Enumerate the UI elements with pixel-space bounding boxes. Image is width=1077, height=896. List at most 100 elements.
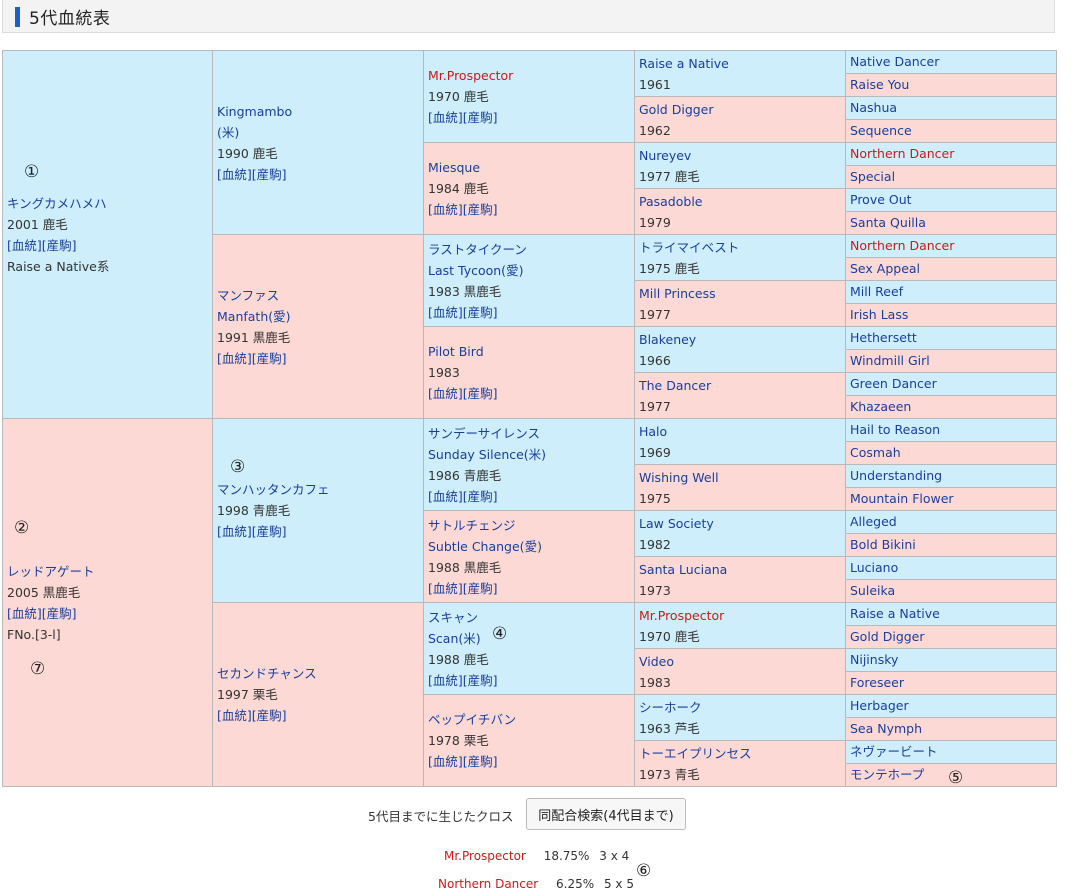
pedigree-link[interactable]: [血統] — [428, 110, 463, 125]
gen4-name[interactable]: トライマイベスト — [639, 237, 841, 258]
gen4-name[interactable]: Video — [639, 651, 841, 672]
gen5-name[interactable]: Irish Lass — [850, 307, 908, 322]
gen3-name[interactable]: Mr.Prospector — [428, 65, 630, 86]
cross-horse-name[interactable]: Mr.Prospector — [444, 849, 526, 863]
gen4-name[interactable]: トーエイプリンセス — [639, 743, 841, 764]
produce-link[interactable]: [産駒] — [252, 524, 287, 539]
pedigree-link[interactable]: [血統] — [428, 489, 463, 504]
gen4-name[interactable]: Nureyev — [639, 145, 841, 166]
gen5-name[interactable]: Sea Nymph — [850, 721, 922, 736]
gen4-name[interactable]: Blakeney — [639, 329, 841, 350]
produce-link[interactable]: [産駒] — [463, 673, 498, 688]
gen4-name[interactable]: Halo — [639, 421, 841, 442]
gen3-name[interactable]: スキャン — [428, 607, 630, 628]
gen5-name[interactable]: Understanding — [850, 468, 942, 483]
produce-link[interactable]: [産駒] — [463, 754, 498, 769]
gen3-name-en[interactable]: Scan(米) — [428, 628, 630, 649]
gen3-name[interactable]: Miesque — [428, 157, 630, 178]
pedigree-link[interactable]: [血統] — [428, 754, 463, 769]
gen5-name[interactable]: Luciano — [850, 560, 898, 575]
gen5-name[interactable]: Santa Quilla — [850, 215, 926, 230]
gen3-name-en[interactable]: Subtle Change(愛) — [428, 536, 630, 557]
gen4-cell: Law Society 1982 — [634, 510, 846, 557]
gen5-name[interactable]: Mill Reef — [850, 284, 903, 299]
gen5-name[interactable]: Foreseer — [850, 675, 904, 690]
produce-link[interactable]: [産駒] — [463, 386, 498, 401]
gen5-name[interactable]: Nashua — [850, 100, 897, 115]
gen5-name[interactable]: モンテホープ — [850, 767, 924, 782]
gen4-name[interactable]: シーホーク — [639, 697, 841, 718]
produce-link[interactable]: [産駒] — [463, 489, 498, 504]
pedigree-link[interactable]: [血統] — [428, 673, 463, 688]
pedigree-link[interactable]: [血統] — [217, 524, 252, 539]
pedigree-link[interactable]: [血統] — [428, 386, 463, 401]
gen5-name[interactable]: Bold Bikini — [850, 537, 916, 552]
gen4-name[interactable]: Santa Luciana — [639, 559, 841, 580]
gen5-name[interactable]: Hail to Reason — [850, 422, 940, 437]
gen5-name[interactable]: Special — [850, 169, 895, 184]
produce-link[interactable]: [産駒] — [252, 708, 287, 723]
pedigree-link[interactable]: [血統] — [217, 351, 252, 366]
gen1-sire-name[interactable]: キングカメハメハ — [7, 193, 208, 214]
pedigree-link[interactable]: [血統] — [217, 167, 252, 182]
gen5-name[interactable]: Raise You — [850, 77, 909, 92]
gen2-name[interactable]: セカンドチャンス — [217, 663, 419, 684]
gen5-name[interactable]: Herbager — [850, 698, 909, 713]
gen5-name[interactable]: Raise a Native — [850, 606, 940, 621]
gen5-name[interactable]: Khazaeen — [850, 399, 911, 414]
gen3-name-en[interactable]: Last Tycoon(愛) — [428, 260, 630, 281]
gen3-name[interactable]: ベップイチバン — [428, 709, 630, 730]
pedigree-link[interactable]: [血統] — [7, 238, 42, 253]
gen3-name[interactable]: Pilot Bird — [428, 341, 630, 362]
produce-link[interactable]: [産駒] — [463, 581, 498, 596]
gen2-name[interactable]: Kingmambo — [217, 101, 419, 122]
produce-link[interactable]: [産駒] — [463, 202, 498, 217]
gen4-name[interactable]: Mill Princess — [639, 283, 841, 304]
gen2-name[interactable]: マンハッタンカフェ — [217, 479, 419, 500]
gen5-name[interactable]: Native Dancer — [850, 54, 939, 69]
gen5-name[interactable]: Prove Out — [850, 192, 912, 207]
gen4-name[interactable]: Mr.Prospector — [639, 605, 841, 626]
gen5-name[interactable]: Sex Appeal — [850, 261, 920, 276]
gen3-name[interactable]: サトルチェンジ — [428, 515, 630, 536]
gen3-name-en[interactable]: Sunday Silence(米) — [428, 444, 630, 465]
gen5-name[interactable]: Mountain Flower — [850, 491, 954, 506]
gen2-origin[interactable]: (米) — [217, 122, 419, 143]
gen5-name[interactable]: Northern Dancer — [850, 238, 954, 253]
gen4-name[interactable]: Pasadoble — [639, 191, 841, 212]
gen3-name[interactable]: サンデーサイレンス — [428, 423, 630, 444]
same-cross-search-button[interactable]: 同配合検索(4代目まで) — [526, 798, 686, 830]
gen5-name[interactable]: Northern Dancer — [850, 146, 954, 161]
pedigree-link[interactable]: [血統] — [7, 606, 42, 621]
gen4-name[interactable]: Gold Digger — [639, 99, 841, 120]
gen4-name[interactable]: Wishing Well — [639, 467, 841, 488]
cross-horse-name[interactable]: Northern Dancer — [438, 877, 538, 891]
gen5-name[interactable]: Green Dancer — [850, 376, 937, 391]
pedigree-link[interactable]: [血統] — [428, 202, 463, 217]
gen5-name[interactable]: Sequence — [850, 123, 912, 138]
produce-link[interactable]: [産駒] — [252, 351, 287, 366]
pedigree-link[interactable]: [血統] — [217, 708, 252, 723]
pedigree-link[interactable]: [血統] — [428, 305, 463, 320]
gen4-name[interactable]: The Dancer — [639, 375, 841, 396]
pedigree-link[interactable]: [血統] — [428, 581, 463, 596]
gen4-name[interactable]: Raise a Native — [639, 53, 841, 74]
gen5-name[interactable]: ネヴァービート — [850, 744, 938, 759]
gen5-name[interactable]: Windmill Girl — [850, 353, 930, 368]
produce-link[interactable]: [産駒] — [463, 110, 498, 125]
gen1-dam-name[interactable]: レッドアゲート — [7, 561, 208, 582]
gen5-name[interactable]: Gold Digger — [850, 629, 925, 644]
gen5-name[interactable]: Nijinsky — [850, 652, 898, 667]
produce-link[interactable]: [産駒] — [42, 238, 77, 253]
gen5-name[interactable]: Hethersett — [850, 330, 917, 345]
produce-link[interactable]: [産駒] — [463, 305, 498, 320]
produce-link[interactable]: [産駒] — [252, 167, 287, 182]
gen5-name[interactable]: Suleika — [850, 583, 895, 598]
gen5-name[interactable]: Alleged — [850, 514, 897, 529]
gen2-name[interactable]: マンファス — [217, 285, 419, 306]
produce-link[interactable]: [産駒] — [42, 606, 77, 621]
gen2-name-en[interactable]: Manfath(愛) — [217, 306, 419, 327]
gen5-name[interactable]: Cosmah — [850, 445, 901, 460]
gen3-name[interactable]: ラストタイクーン — [428, 239, 630, 260]
gen4-name[interactable]: Law Society — [639, 513, 841, 534]
